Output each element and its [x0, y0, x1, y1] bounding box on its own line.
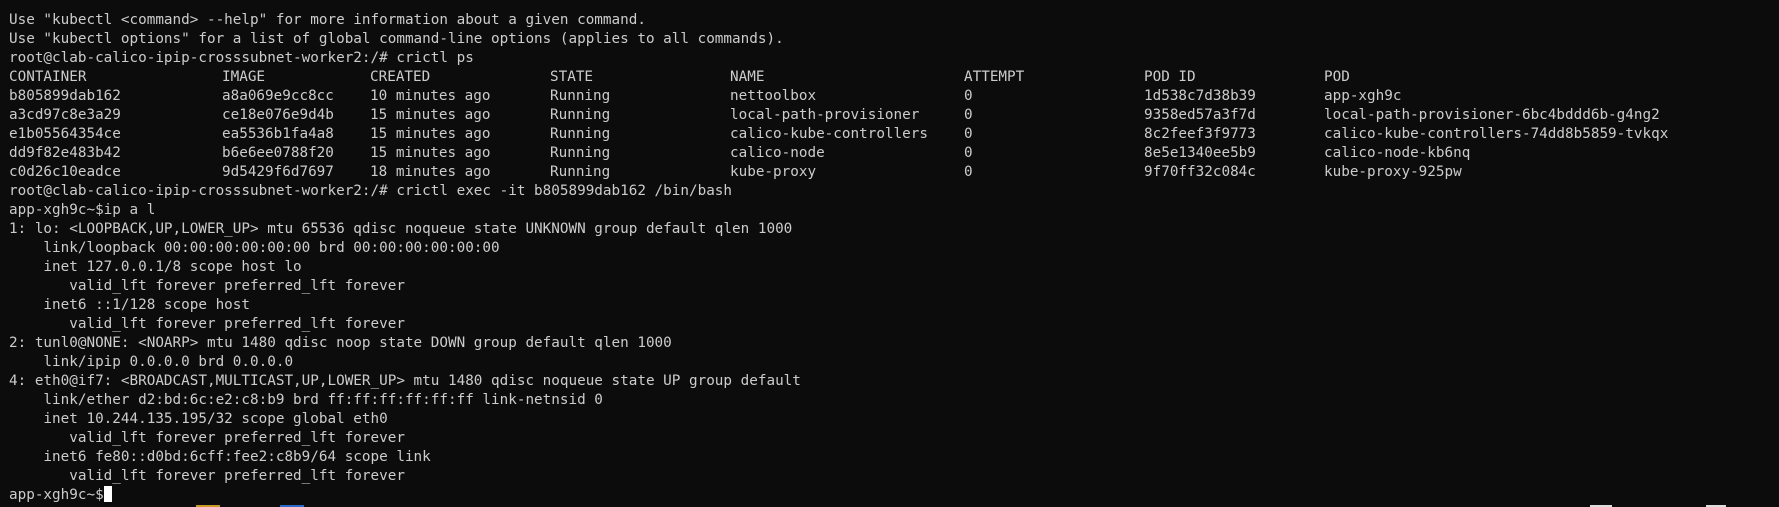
output-line: inet6 fe80::d0bd:6cff:fee2:c8b9/64 scope…	[9, 449, 431, 465]
pod-id: 8e5e1340ee5b9	[1144, 145, 1256, 161]
image-id: ea5536b1fa4a8	[222, 126, 334, 142]
container-name: calico-kube-controllers	[730, 126, 928, 142]
state: Running	[550, 88, 611, 104]
output-line: valid_lft forever preferred_lft forever	[9, 430, 405, 446]
output-line: Use "kubectl <command> --help" for more …	[9, 12, 646, 28]
pod-name: calico-kube-controllers-74dd8b5859-tvkqx	[1324, 126, 1669, 142]
pod-id: 8c2feef3f9773	[1144, 126, 1256, 142]
container-id: a3cd97c8e3a29	[9, 107, 121, 123]
output-line: 2: tunl0@NONE: <NOARP> mtu 1480 qdisc no…	[9, 335, 672, 351]
pod-id: 1d538c7d38b39	[1144, 88, 1256, 104]
attempt: 0	[964, 126, 973, 142]
state: Running	[550, 164, 611, 180]
pod-name: local-path-provisioner-6bc4bddd6b-g4ng2	[1324, 107, 1660, 123]
output-line: Use "kubectl options" for a list of glob…	[9, 31, 784, 47]
created: 10 minutes ago	[370, 88, 491, 104]
prompt-line[interactable]: app-xgh9c~$	[9, 486, 1779, 505]
table-row: e1b05564354ce ea5536b1fa4a8 15 minutes a…	[9, 125, 1779, 144]
image-id: ce18e076e9d4b	[222, 107, 334, 123]
table-row: c0d26c10eadce 9d5429f6d7697 18 minutes a…	[9, 163, 1779, 182]
command-line: root@clab-calico-ipip-crosssubnet-worker…	[9, 50, 474, 66]
attempt: 0	[964, 88, 973, 104]
output-line: 4: eth0@if7: <BROADCAST,MULTICAST,UP,LOW…	[9, 373, 801, 389]
output-line: valid_lft forever preferred_lft forever	[9, 468, 405, 484]
command-line: app-xgh9c~$ip a l	[9, 202, 156, 218]
state: Running	[550, 126, 611, 142]
attempt: 0	[964, 145, 973, 161]
pod-name: calico-node-kb6nq	[1324, 145, 1471, 161]
container-id: c0d26c10eadce	[9, 164, 121, 180]
created: 15 minutes ago	[370, 145, 491, 161]
state: Running	[550, 145, 611, 161]
table-row: dd9f82e483b42 b6e6ee0788f20 15 minutes a…	[9, 144, 1779, 163]
image-id: 9d5429f6d7697	[222, 164, 334, 180]
output-line: inet 10.244.135.195/32 scope global eth0	[9, 411, 388, 427]
output-line: link/ether d2:bd:6c:e2:c8:b9 brd ff:ff:f…	[9, 392, 603, 408]
output-line: link/loopback 00:00:00:00:00:00 brd 00:0…	[9, 240, 500, 256]
pod-name: kube-proxy-925pw	[1324, 164, 1462, 180]
container-name: nettoolbox	[730, 88, 817, 104]
column-header-pod: POD	[1324, 69, 1350, 85]
column-header-created: CREATED	[370, 69, 431, 85]
image-id: b6e6ee0788f20	[222, 145, 334, 161]
created: 15 minutes ago	[370, 126, 491, 142]
container-id: b805899dab162	[9, 88, 121, 104]
output-line: inet 127.0.0.1/8 scope host lo	[9, 259, 302, 275]
column-header-name: NAME	[730, 69, 765, 85]
created: 15 minutes ago	[370, 107, 491, 123]
attempt: 0	[964, 107, 973, 123]
pod-id: 9358ed57a3f7d	[1144, 107, 1256, 123]
created: 18 minutes ago	[370, 164, 491, 180]
output-line: valid_lft forever preferred_lft forever	[9, 316, 405, 332]
text-cursor	[103, 486, 112, 502]
pod-id: 9f70ff32c084c	[1144, 164, 1256, 180]
output-line: link/ipip 0.0.0.0 brd 0.0.0.0	[9, 354, 294, 370]
attempt: 0	[964, 164, 973, 180]
table-header-row: CONTAINER IMAGE CREATED STATE NAME ATTEM…	[9, 68, 1779, 87]
container-name: calico-node	[730, 145, 825, 161]
output-line: 1: lo: <LOOPBACK,UP,LOWER_UP> mtu 65536 …	[9, 221, 793, 237]
state: Running	[550, 107, 611, 123]
shell-prompt: app-xgh9c~$	[9, 487, 104, 503]
output-line: inet6 ::1/128 scope host	[9, 297, 251, 313]
command-line: root@clab-calico-ipip-crosssubnet-worker…	[9, 183, 733, 199]
container-name: local-path-provisioner	[730, 107, 920, 123]
terminal-window[interactable]: Use "kubectl <command> --help" for more …	[0, 0, 1779, 507]
output-line: valid_lft forever preferred_lft forever	[9, 278, 405, 294]
container-name: kube-proxy	[730, 164, 817, 180]
column-header-attempt: ATTEMPT	[964, 69, 1025, 85]
column-header-image: IMAGE	[222, 69, 266, 85]
column-header-state: STATE	[550, 69, 594, 85]
table-row: b805899dab162 a8a069e9cc8cc 10 minutes a…	[9, 87, 1779, 106]
column-header-pod-id: POD ID	[1144, 69, 1196, 85]
table-row: a3cd97c8e3a29 ce18e076e9d4b 15 minutes a…	[9, 106, 1779, 125]
container-id: dd9f82e483b42	[9, 145, 121, 161]
column-header-container: CONTAINER	[9, 69, 87, 85]
container-id: e1b05564354ce	[9, 126, 121, 142]
image-id: a8a069e9cc8cc	[222, 88, 334, 104]
pod-name: app-xgh9c	[1324, 88, 1402, 104]
